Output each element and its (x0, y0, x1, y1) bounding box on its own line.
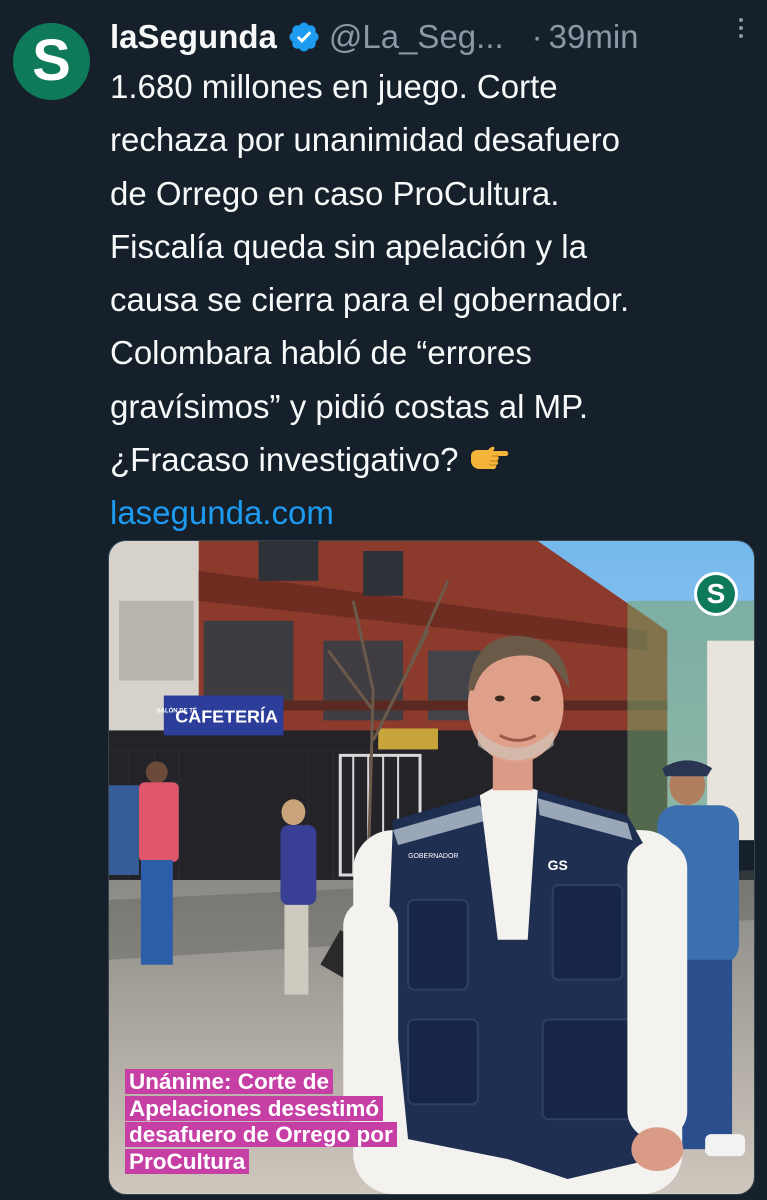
tweet-line: Fiscalía queda sin apelación y la (110, 227, 587, 265)
tweet-line: Colombara habló de “errores (110, 334, 532, 372)
tweet-line: gravísimos” y pidió costas al MP. (110, 387, 589, 425)
tweet-line: rechaza por unanimidad desafuero (110, 121, 621, 159)
verified-badge-icon (287, 20, 321, 54)
avatar-logo: S (32, 27, 71, 93)
pointing-right-hand-icon (468, 438, 510, 472)
tweet-header: laSegunda @La_Seg... · 39min (110, 14, 753, 60)
tweet-text: 1.680 millones en juego. Corte rechaza p… (110, 60, 750, 540)
separator-dot: · (531, 18, 543, 55)
vest-name: GOBERNADOR (408, 853, 458, 860)
tweet-line: 1.680 millones en juego. Corte (110, 68, 558, 105)
cafe-sign-small: SALÓN DE TÉ (157, 706, 197, 714)
vest-logo: GS (548, 857, 568, 873)
caption-line: ProCultura (125, 1148, 250, 1174)
tweet[interactable]: S laSegunda @La_Seg... · 39min 1.680 mil… (0, 0, 767, 1200)
article-link[interactable]: lasegunda.com (110, 486, 750, 539)
tweet-line: de Orrego en caso ProCultura. (110, 174, 560, 212)
user-handle[interactable]: @La_Seg... (329, 18, 504, 56)
tweet-image[interactable]: CAFETERÍA SALÓN DE TÉ GS GOBERNADOR S Un… (108, 540, 755, 1195)
image-caption: Unánime: Corte de Apelaciones desestimó … (125, 1069, 455, 1175)
caption-line: Apelaciones desestimó (125, 1095, 384, 1121)
avatar[interactable]: S (13, 23, 90, 100)
caption-line: desafuero de Orrego por (125, 1122, 397, 1147)
timestamp[interactable]: 39min (549, 18, 639, 56)
display-name[interactable]: laSegunda (110, 18, 277, 56)
tweet-line: causa se cierra para el gobernador. (110, 281, 630, 319)
watermark-logo: S (694, 572, 738, 616)
more-options-icon[interactable] (729, 10, 753, 46)
tweet-line-last: ¿Fracaso investigativo? (110, 433, 750, 486)
caption-line: Unánime: Corte de (125, 1069, 334, 1094)
tweet-line-text: ¿Fracaso investigativo? (110, 441, 459, 479)
